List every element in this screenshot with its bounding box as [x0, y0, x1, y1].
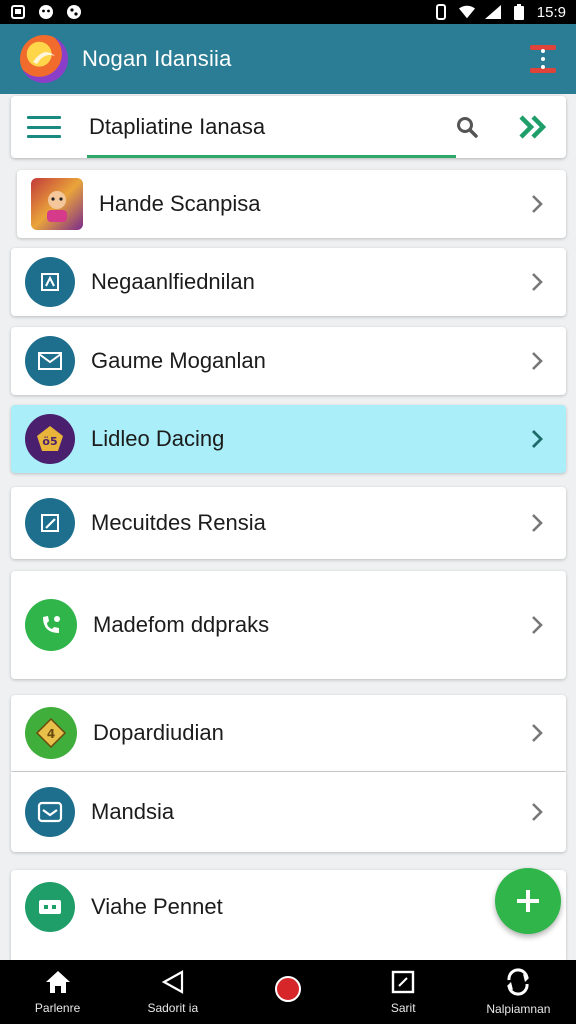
svg-text:4: 4	[47, 727, 55, 741]
list-item-label: Madefom ddpraks	[93, 612, 270, 637]
document-icon	[25, 257, 75, 307]
list-item-selected[interactable]: ӧ5 Lidleo Dacing	[11, 405, 566, 473]
more-vert-dot	[541, 65, 545, 69]
sync-icon	[507, 968, 530, 996]
list-item-label: Negaanlfiednilan	[91, 269, 255, 294]
nav-back[interactable]: Sadorit ia	[115, 960, 230, 1024]
search-query[interactable]: Dtapliatine Ianasa	[89, 114, 265, 140]
nav-recents[interactable]: Sarit	[346, 960, 461, 1024]
list-item[interactable]: Hande Scanpisa	[17, 170, 566, 238]
record-icon	[275, 976, 301, 1002]
phone-icon	[25, 599, 77, 651]
list-item[interactable]: Gaume Moganlan	[11, 327, 566, 395]
chat-icon	[25, 882, 75, 932]
search-bar[interactable]: Dtapliatine Ianasa	[11, 96, 566, 158]
search-underline	[87, 155, 456, 158]
more-vert-icon	[541, 49, 545, 53]
list-item-label: Gaume Moganlan	[91, 348, 266, 373]
status-time: 15:9	[536, 3, 566, 21]
chevron-right-icon	[526, 428, 548, 450]
edit-icon	[25, 498, 75, 548]
chevron-right-icon	[526, 614, 548, 636]
home-icon	[45, 971, 70, 993]
app-title: Nogan Idansiia	[82, 46, 232, 71]
list-item[interactable]: Madefom ddpraks	[11, 571, 566, 679]
overflow-menu-button[interactable]	[528, 37, 558, 81]
signal-icon	[484, 4, 501, 20]
search-icon[interactable]	[452, 112, 482, 142]
double-chevron-right-icon[interactable]	[516, 112, 550, 142]
nav-label: Sarit	[390, 1001, 416, 1015]
game-thumbnail-icon	[31, 178, 83, 230]
list-item[interactable]: 4 Dopardiudian	[11, 695, 566, 771]
square-icon	[392, 970, 415, 994]
chevron-right-icon	[526, 512, 548, 534]
nav-label: Parlenre	[34, 1001, 81, 1015]
svg-text:ӧ5: ӧ5	[42, 435, 57, 448]
app-bar: Nogan Idansiia	[0, 24, 576, 94]
list-item[interactable]: Viahe Pennet	[11, 870, 566, 960]
list-item-label: Mandsia	[91, 799, 175, 824]
status-bar: 15:9	[0, 0, 576, 24]
more-vert-dot	[541, 57, 545, 61]
back-triangle-icon	[161, 970, 183, 994]
battery-icon	[511, 4, 527, 20]
list-item[interactable]: Negaanlfiednilan	[11, 248, 566, 316]
plus-icon	[517, 890, 539, 912]
hamburger-menu-icon[interactable]	[27, 116, 61, 138]
nav-sync[interactable]: Nalpiamnan	[461, 960, 576, 1024]
inbox-icon	[25, 787, 75, 837]
list-item[interactable]: Mandsia	[11, 772, 566, 852]
add-fab-button[interactable]	[495, 868, 561, 934]
notification-icon	[10, 4, 26, 20]
list-item-label: Lidleo Dacing	[91, 426, 225, 451]
badge-icon: ӧ5	[25, 414, 75, 464]
chevron-right-icon	[526, 271, 548, 293]
nav-record[interactable]	[230, 960, 345, 1024]
chevron-right-icon	[526, 722, 548, 744]
nav-label: Nalpiamnan	[486, 1002, 551, 1016]
list-item-label: Dopardiudian	[93, 720, 224, 745]
star-badge-icon: 4	[25, 707, 77, 759]
chevron-right-icon	[526, 350, 548, 372]
game-notification-icon	[66, 4, 82, 20]
nav-home[interactable]: Parlenre	[0, 960, 115, 1024]
mail-icon	[25, 336, 75, 386]
list-item-label: Hande Scanpisa	[99, 191, 261, 216]
face-notification-icon	[38, 4, 54, 20]
chevron-right-icon	[526, 801, 548, 823]
wifi-icon	[458, 4, 475, 20]
list-item-label: Mecuitdes Rensia	[91, 510, 266, 535]
list-item-label: Viahe Pennet	[91, 894, 223, 919]
nav-label: Sadorit ia	[147, 1001, 199, 1015]
vibrate-icon	[433, 4, 449, 20]
app-logo-icon	[20, 35, 68, 83]
chevron-right-icon	[526, 193, 548, 215]
bottom-navigation: Parlenre Sadorit ia Sarit Nalpiamnan	[0, 960, 576, 1024]
list-item[interactable]: Mecuitdes Rensia	[11, 487, 566, 559]
